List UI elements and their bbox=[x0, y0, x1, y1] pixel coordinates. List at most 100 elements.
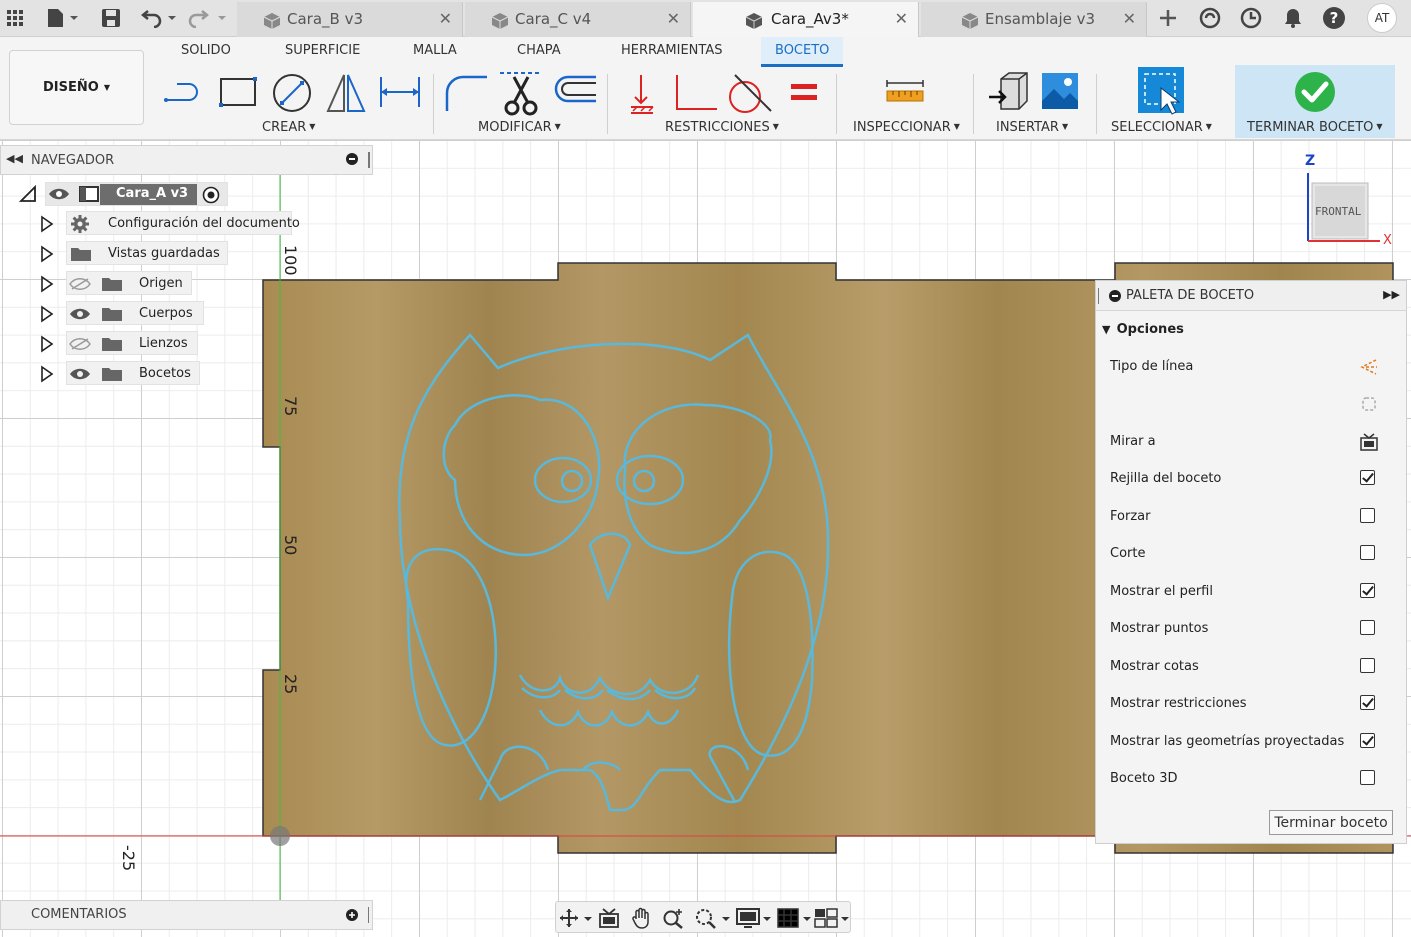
section-opciones[interactable]: ▼ Opciones bbox=[1102, 322, 1184, 337]
collapse-panel-icon[interactable]: ◀◀ bbox=[6, 152, 23, 165]
panel-grip-icon[interactable] bbox=[368, 907, 370, 923]
option-restricciones[interactable]: Mostrar restricciones bbox=[1110, 692, 1390, 716]
tab-cara-a[interactable]: Cara_Av3* ✕ bbox=[693, 2, 919, 37]
fillet-tool-icon[interactable] bbox=[443, 71, 489, 115]
save-icon[interactable] bbox=[100, 6, 122, 30]
option-cotas[interactable]: Mostrar cotas bbox=[1110, 655, 1390, 679]
trim-scissors-icon[interactable] bbox=[498, 69, 544, 117]
insert-canvas-image-icon[interactable] bbox=[1040, 71, 1080, 111]
job-status-icon[interactable] bbox=[1238, 5, 1264, 31]
option-geometrias-proyectadas[interactable]: Mostrar las geometrías proyectadas bbox=[1110, 730, 1390, 754]
visibility-eye-icon[interactable] bbox=[69, 307, 91, 321]
tab-solido[interactable]: SOLIDO bbox=[181, 43, 231, 58]
checkbox[interactable] bbox=[1360, 470, 1375, 485]
checkbox[interactable] bbox=[1360, 545, 1375, 560]
circle-tool-icon[interactable] bbox=[270, 71, 314, 115]
grid-snaps-icon[interactable] bbox=[776, 907, 812, 929]
group-restricciones[interactable]: RESTRICCIONES ▼ bbox=[665, 120, 779, 135]
tab-boceto[interactable]: BOCETO bbox=[761, 37, 844, 67]
option-tipo-linea[interactable]: Tipo de línea bbox=[1110, 355, 1390, 379]
look-at-icon[interactable] bbox=[1360, 433, 1378, 451]
close-icon[interactable]: ✕ bbox=[1123, 9, 1136, 28]
checkbox[interactable] bbox=[1360, 770, 1375, 785]
equal-constraint-icon[interactable] bbox=[789, 81, 819, 105]
option-perfil[interactable]: Mostrar el perfil bbox=[1110, 580, 1390, 604]
display-settings-icon[interactable] bbox=[736, 907, 772, 929]
close-icon[interactable]: ✕ bbox=[667, 9, 680, 28]
close-icon[interactable]: ✕ bbox=[895, 9, 908, 28]
line-tool-icon[interactable] bbox=[163, 73, 207, 113]
offset-tool-icon[interactable] bbox=[552, 73, 598, 113]
group-modificar[interactable]: MODIFICAR ▼ bbox=[478, 120, 561, 135]
checkbox[interactable] bbox=[1360, 620, 1375, 635]
zoom-icon[interactable] bbox=[662, 907, 684, 929]
app-grid-icon[interactable] bbox=[4, 6, 26, 30]
orbit-icon[interactable] bbox=[558, 907, 592, 929]
option-boceto-3d[interactable]: Boceto 3D bbox=[1110, 767, 1390, 791]
tab-cara-c[interactable]: Cara_C v4 ✕ bbox=[465, 2, 691, 37]
activate-radio-icon[interactable] bbox=[202, 186, 220, 204]
notifications-bell-icon[interactable] bbox=[1280, 5, 1306, 31]
select-cursor-icon[interactable] bbox=[1137, 66, 1187, 116]
extensions-icon[interactable] bbox=[1197, 5, 1223, 31]
coincident-constraint-icon[interactable] bbox=[627, 73, 657, 117]
tab-ensamblaje[interactable]: Ensamblaje v3 ✕ bbox=[921, 2, 1147, 37]
visibility-eye-icon[interactable] bbox=[69, 367, 91, 381]
panel-grip-icon[interactable] bbox=[1098, 288, 1100, 304]
group-seleccionar[interactable]: SELECCIONAR ▼ bbox=[1111, 120, 1212, 135]
tree-expand-icon[interactable] bbox=[40, 335, 54, 353]
insert-derive-icon[interactable] bbox=[987, 71, 1029, 113]
dimension-tool-icon[interactable] bbox=[377, 73, 423, 113]
tab-chapa[interactable]: CHAPA bbox=[517, 43, 561, 58]
tree-expand-icon[interactable] bbox=[40, 305, 54, 323]
option-forzar[interactable]: Forzar bbox=[1110, 505, 1390, 529]
workspace-selector[interactable]: DISEÑO ▼ bbox=[9, 50, 144, 125]
hidden-eye-icon[interactable] bbox=[69, 337, 91, 351]
avatar[interactable]: AT bbox=[1367, 3, 1397, 33]
tab-cara-b[interactable]: Cara_B v3 ✕ bbox=[237, 2, 463, 37]
measure-ruler-icon[interactable] bbox=[885, 79, 925, 105]
expand-panel-icon[interactable]: ▶▶ bbox=[1383, 288, 1400, 301]
tree-expand-icon[interactable] bbox=[40, 215, 54, 233]
checkbox[interactable] bbox=[1360, 508, 1375, 523]
hidden-eye-icon[interactable] bbox=[69, 277, 91, 291]
visibility-eye-icon[interactable] bbox=[48, 187, 70, 201]
look-at-icon[interactable] bbox=[598, 907, 620, 929]
finish-sketch-button[interactable]: TERMINAR BOCETO ▼ bbox=[1247, 120, 1383, 135]
minimize-icon[interactable] bbox=[1109, 290, 1121, 302]
tree-collapse-icon[interactable] bbox=[19, 185, 37, 203]
construction-line-icon[interactable] bbox=[1360, 358, 1378, 376]
tree-expand-icon[interactable] bbox=[40, 275, 54, 293]
zoom-window-icon[interactable] bbox=[694, 907, 730, 929]
tab-superficie[interactable]: SUPERFICIE bbox=[285, 43, 360, 58]
view-cube[interactable]: Z X FRONTAL bbox=[1298, 153, 1398, 255]
file-menu-icon[interactable] bbox=[44, 6, 80, 30]
add-comment-icon[interactable] bbox=[346, 909, 358, 921]
finish-sketch-palette-button[interactable]: Terminar boceto bbox=[1269, 810, 1393, 835]
pan-hand-icon[interactable] bbox=[630, 907, 652, 929]
group-inspeccionar[interactable]: INSPECCIONAR ▼ bbox=[853, 120, 960, 135]
minimize-icon[interactable] bbox=[346, 153, 358, 169]
checkbox[interactable] bbox=[1360, 583, 1375, 598]
option-centerline[interactable] bbox=[1110, 392, 1390, 416]
redo-icon[interactable] bbox=[188, 6, 228, 30]
close-icon[interactable]: ✕ bbox=[439, 9, 452, 28]
checkbox[interactable] bbox=[1360, 695, 1375, 710]
perpendicular-constraint-icon[interactable] bbox=[673, 73, 719, 113]
rectangle-tool-icon[interactable] bbox=[217, 73, 259, 113]
finish-checkmark-icon[interactable] bbox=[1293, 70, 1337, 114]
help-icon[interactable]: ? bbox=[1321, 5, 1347, 31]
new-tab-icon[interactable] bbox=[1156, 6, 1180, 30]
option-corte[interactable]: Corte bbox=[1110, 542, 1390, 566]
viewports-icon[interactable] bbox=[814, 907, 850, 929]
centerline-icon[interactable] bbox=[1360, 395, 1378, 413]
tab-malla[interactable]: MALLA bbox=[413, 43, 457, 58]
tangent-constraint-icon[interactable] bbox=[727, 73, 773, 115]
panel-grip-icon[interactable] bbox=[368, 152, 370, 168]
group-crear[interactable]: CREAR ▼ bbox=[262, 120, 315, 135]
option-mirar-a[interactable]: Mirar a bbox=[1110, 430, 1390, 454]
tree-expand-icon[interactable] bbox=[40, 245, 54, 263]
group-insertar[interactable]: INSERTAR ▼ bbox=[996, 120, 1068, 135]
tree-expand-icon[interactable] bbox=[40, 365, 54, 383]
option-rejilla[interactable]: Rejilla del boceto bbox=[1110, 467, 1390, 491]
